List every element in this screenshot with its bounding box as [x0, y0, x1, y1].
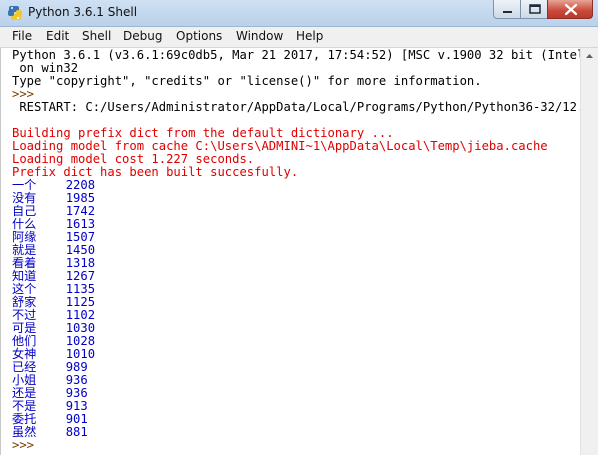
- shell-line: 委托 901: [12, 412, 88, 426]
- menu-window[interactable]: Window: [236, 29, 283, 43]
- menu-edit[interactable]: Edit: [46, 29, 69, 43]
- close-icon: [564, 3, 578, 16]
- shell-line: 女神 1010: [12, 347, 96, 361]
- shell-line: 虽然 881: [12, 425, 88, 439]
- shell-line: 不过 1102: [12, 308, 96, 322]
- minimize-icon: [503, 11, 512, 13]
- shell-line: Prefix dict has been built succesfully.: [12, 165, 299, 179]
- menu-help[interactable]: Help: [296, 29, 323, 43]
- shell-line: 阿缘 1507: [12, 230, 96, 244]
- menu-options[interactable]: Options: [176, 29, 222, 43]
- shell-line: 小姐 936: [12, 373, 88, 387]
- shell-line: 自己 1742: [12, 204, 96, 218]
- scroll-up-button[interactable]: [581, 48, 598, 65]
- shell-lines: Python 3.6.1 (v3.6.1:69c0db5, Mar 21 201…: [12, 49, 581, 452]
- minimize-button[interactable]: [493, 0, 521, 19]
- shell-line: 这个 1135: [12, 282, 96, 296]
- shell-line: 他们 1028: [12, 334, 96, 348]
- vertical-scrollbar[interactable]: [580, 48, 598, 455]
- shell-line: 可是 1030: [12, 321, 96, 335]
- shell-line: 就是 1450: [12, 243, 96, 257]
- shell-line: 一个 2208: [12, 178, 96, 192]
- shell-line: 不是 913: [12, 399, 88, 413]
- python-idle-icon: [7, 5, 23, 21]
- menu-shell[interactable]: Shell: [82, 29, 111, 43]
- maximize-button[interactable]: [520, 0, 548, 19]
- window-title: Python 3.6.1 Shell: [28, 5, 138, 19]
- shell-line: Python 3.6.1 (v3.6.1:69c0db5, Mar 21 201…: [12, 48, 581, 62]
- shell-line: 还是 936: [12, 386, 88, 400]
- shell-line: Type "copyright", "credits" or "license(…: [12, 74, 482, 88]
- shell-line: 看着 1318: [12, 256, 96, 270]
- shell-line: 已经 989: [12, 360, 88, 374]
- shell-line: 没有 1985: [12, 191, 96, 205]
- shell-line: 知道 1267: [12, 269, 96, 283]
- title-bar[interactable]: Python 3.6.1 Shell: [0, 0, 598, 27]
- maximize-icon: [529, 4, 541, 14]
- shell-line: RESTART: C:/Users/Administrator/AppData/…: [12, 100, 581, 114]
- scroll-up-arrow-icon: [586, 54, 593, 58]
- close-button[interactable]: [547, 0, 593, 19]
- shell-line: 什么 1613: [12, 217, 96, 231]
- shell-output[interactable]: Python 3.6.1 (v3.6.1:69c0db5, Mar 21 201…: [0, 48, 581, 455]
- shell-line: >>>: [12, 438, 42, 452]
- shell-line: 舒家 1125: [12, 295, 96, 309]
- menu-bar: File Edit Shell Debug Options Window Hel…: [0, 27, 598, 48]
- menu-file[interactable]: File: [12, 29, 32, 43]
- menu-debug[interactable]: Debug: [123, 29, 162, 43]
